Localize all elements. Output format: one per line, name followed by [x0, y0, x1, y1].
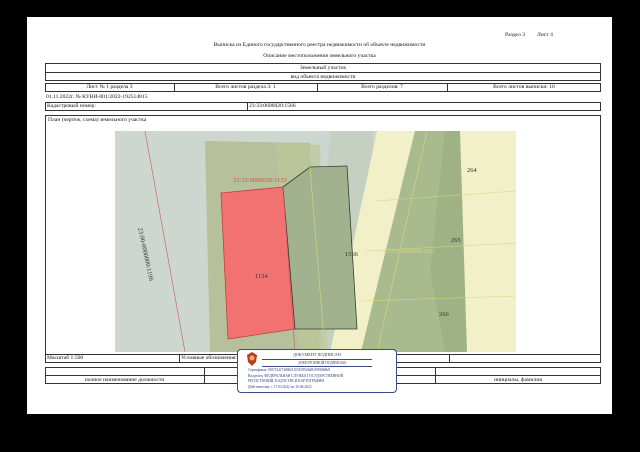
parcel-1134	[220, 186, 296, 340]
label-264: 264	[467, 167, 477, 174]
scale: Масштаб 1:500	[47, 355, 84, 361]
initials-label: инициалы, фамилия	[494, 376, 542, 383]
signature-stamp: ДОКУМЕНТ ПОДПИСАН ЭЛЕКТРОННОЙ ПОДПИСЬЮ С…	[237, 349, 397, 393]
label-1566: 1566	[345, 251, 358, 258]
cadastral-row	[45, 102, 601, 111]
label-1133: 23:33:0606020:1133	[233, 177, 287, 184]
label-265-full: 23:33:0606020:265	[383, 248, 434, 255]
total-sheets-extract: Всего листов выписки: 10	[493, 84, 555, 90]
position-label: полное наименование должности	[84, 376, 165, 383]
plan-title: План (чертеж, схема) земельного участка	[48, 117, 147, 123]
stamp-owner2: РЕГИСТРАЦИИ, КАДАСТРА И КАРТОГРАФИИ	[248, 379, 324, 383]
label-1134: 1134	[255, 273, 268, 280]
emblem-icon	[247, 352, 257, 366]
sheet-no: Лист № 1 раздела 3	[86, 84, 133, 90]
stamp-line1: ДОКУМЕНТ ПОДПИСАН	[293, 352, 341, 357]
label-265: 265	[451, 237, 461, 244]
document-page: Раздел 3 Лист 4 Выписка из Единого госуд…	[27, 17, 612, 414]
legend-label: Условные обозначения:	[181, 355, 237, 361]
stamp-cert: Сертификат: 00f7512f74060f3103109926d81f…	[248, 368, 330, 372]
stamp-owner1: Владелец: ФЕДЕРАЛЬНАЯ СЛУЖБА ГОСУДАРСТВЕ…	[248, 374, 344, 378]
object-kind: вид объекта недвижимости	[290, 73, 356, 80]
cadastral-label: Кадастровый номер:	[47, 103, 96, 109]
cadastral-map: 23:33:0606020:1133 23:00-0000000:1196 11…	[115, 131, 516, 352]
parcel-1566	[282, 165, 358, 330]
document-subtitle: Описание местоположения земельного участ…	[263, 53, 376, 59]
date-number: 01.11.2022г. № КУВИ-001/2022-192514815	[46, 94, 148, 100]
section-number: Раздел 3	[505, 32, 526, 38]
total-sections: Всего разделов: 7	[361, 84, 403, 90]
sheet-number: Лист 4	[537, 32, 553, 38]
label-266: 266	[439, 311, 449, 318]
stamp-line2: ЭЛЕКТРОННОЙ ПОДПИСЬЮ	[298, 361, 347, 365]
document-title: Выписка из Единого государственного реес…	[213, 42, 426, 48]
object-type: Земельный участок	[299, 64, 347, 71]
cadastral-value: 23:33:0606020:1566	[249, 103, 296, 109]
total-sheets-section: Всего листов раздела 3: 1	[215, 84, 276, 90]
stamp-valid: Действителен: с 17.03.2022 по 10.06.2023	[248, 385, 312, 389]
